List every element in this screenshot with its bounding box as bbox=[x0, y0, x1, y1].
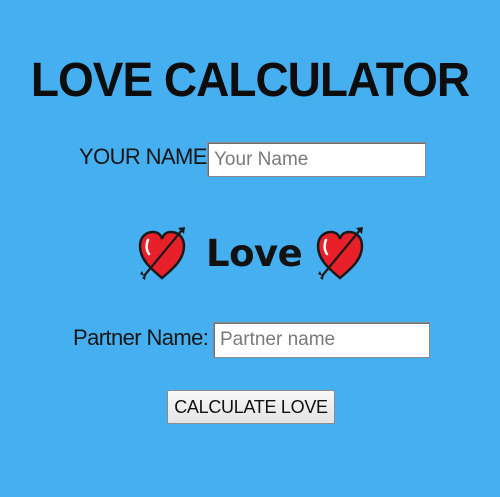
your-name-label: YOUR NAME bbox=[79, 144, 207, 169]
partner-name-label: Partner Name: bbox=[73, 325, 209, 350]
calculate-love-button[interactable]: CALCULATE LOVE bbox=[167, 390, 335, 424]
love-banner: Love bbox=[0, 224, 500, 288]
partner-name-input[interactable] bbox=[213, 322, 430, 358]
your-name-input[interactable] bbox=[207, 142, 426, 177]
heart-arrow-icon bbox=[138, 227, 186, 280]
page-title: LOVE CALCULATOR bbox=[30, 51, 470, 107]
heart-arrow-icon bbox=[316, 227, 364, 280]
love-text: Love bbox=[206, 232, 303, 275]
